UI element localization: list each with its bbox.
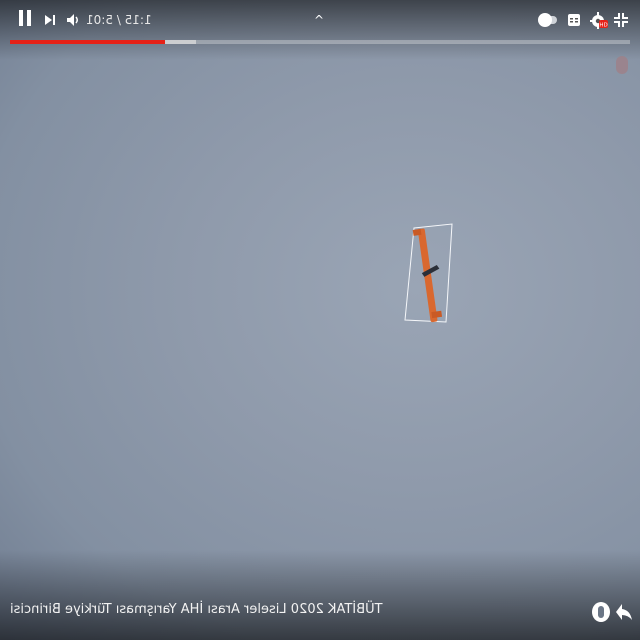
captions-icon	[568, 14, 580, 26]
share-icon	[598, 606, 604, 618]
player-controls-bar: 1:15 / 5:01 ^ HD	[0, 0, 640, 40]
arrow-icon	[616, 604, 632, 620]
exit-fullscreen-icon	[614, 13, 628, 27]
hd-badge: HD	[599, 22, 607, 28]
settings-gear-icon: HD	[590, 12, 608, 29]
next-icon	[45, 15, 55, 25]
settings-button[interactable]: HD	[589, 10, 609, 30]
volume-button[interactable]	[64, 10, 82, 30]
captions-button[interactable]	[565, 10, 583, 30]
next-button[interactable]	[42, 10, 58, 30]
expand-caret-button[interactable]: ^	[312, 10, 326, 30]
progress-played	[10, 40, 165, 44]
video-frame-aircraft	[400, 222, 460, 332]
pause-icon	[17, 10, 33, 30]
autoplay-toggle-icon	[538, 13, 557, 27]
time-display: 1:15 / 5:01	[86, 13, 152, 27]
video-title[interactable]: TÜBİTAK 2020 Liseler Arası İHA Yarışması…	[10, 602, 383, 617]
pause-button[interactable]	[16, 10, 34, 30]
bottom-gradient-overlay	[0, 550, 640, 640]
exit-fullscreen-button[interactable]	[612, 10, 630, 30]
autoplay-toggle[interactable]	[538, 10, 560, 30]
share-button[interactable]	[592, 602, 610, 622]
watch-later-button[interactable]	[614, 602, 634, 622]
volume-icon	[67, 14, 78, 26]
aircraft	[412, 228, 443, 323]
recording-indicator	[616, 56, 628, 74]
progress-bar[interactable]	[10, 40, 630, 44]
